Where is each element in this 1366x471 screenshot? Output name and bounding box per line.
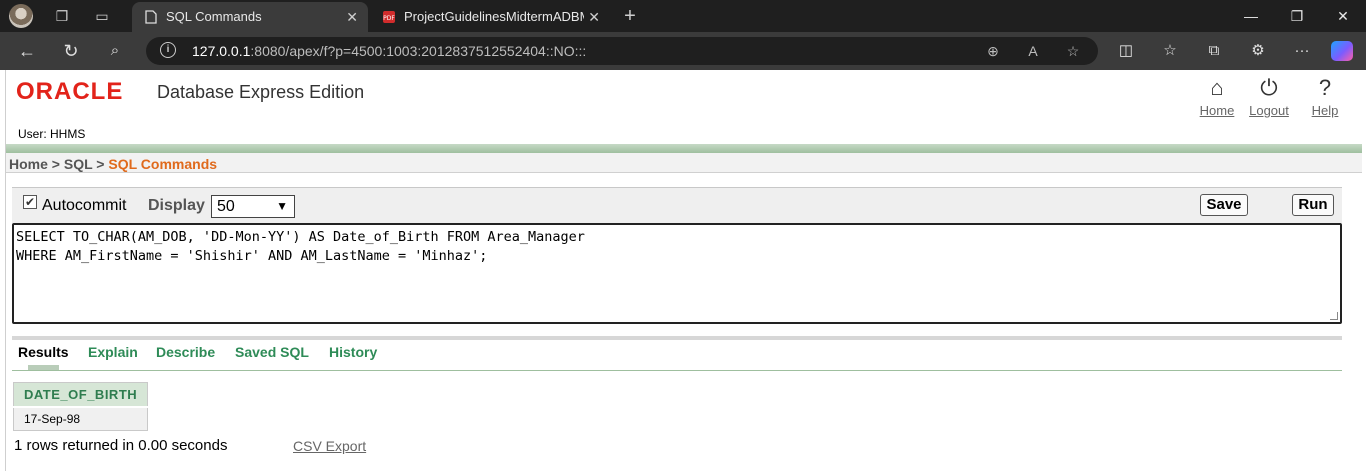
restore-icon[interactable]: ❐ — [1274, 0, 1320, 32]
results-table: DATE_OF_BIRTH 17-Sep-98 — [13, 382, 149, 431]
tab-describe[interactable]: Describe — [156, 344, 215, 360]
sql-line: WHERE AM_FirstName = 'Shishir' AND AM_La… — [16, 248, 488, 264]
favorites-icon[interactable]: ☆ — [1158, 40, 1182, 62]
sql-line: SELECT TO_CHAR(AM_DOB, 'DD-Mon-YY') AS D… — [16, 229, 585, 245]
read-aloud-icon[interactable]: A — [1022, 41, 1044, 61]
page-icon — [145, 10, 157, 24]
extensions-icon[interactable]: ⚙ — [1246, 40, 1270, 62]
more-icon[interactable]: ··· — [1290, 40, 1314, 62]
display-select[interactable]: 50 ▼ — [211, 195, 295, 218]
back-icon[interactable]: ← — [12, 38, 42, 64]
run-button[interactable]: Run — [1292, 194, 1334, 216]
tab-actions-icon[interactable]: ▭ — [88, 4, 116, 28]
help-link[interactable]: ? Help — [1300, 74, 1350, 120]
collections-icon[interactable]: ⧉ — [1202, 40, 1226, 62]
sql-editor[interactable]: SELECT TO_CHAR(AM_DOB, 'DD-Mon-YY') AS D… — [12, 223, 1342, 324]
oracle-logo: ORACLE — [16, 78, 124, 105]
breadcrumb-current: SQL Commands — [108, 156, 218, 172]
tab-title: ProjectGuidelinesMidtermADBMS — [404, 9, 584, 24]
close-window-icon[interactable]: ✕ — [1320, 0, 1366, 32]
url-field[interactable]: i 127.0.0.1:8080/apex/f?p=4500:1003:2012… — [146, 37, 1098, 65]
breadcrumb-home[interactable]: Home — [9, 156, 48, 172]
url-text: 127.0.0.1:8080/apex/f?p=4500:1003:201283… — [192, 43, 587, 59]
resize-handle[interactable] — [1330, 312, 1338, 320]
tab-results[interactable]: Results — [18, 344, 69, 370]
csv-export-link[interactable]: CSV Export — [293, 438, 366, 454]
autocommit-checkbox[interactable]: ✔ — [23, 195, 37, 209]
tab-sql-commands[interactable]: SQL Commands ✕ — [132, 2, 368, 32]
result-tabs: Results Explain Describe Saved SQL Histo… — [12, 336, 1342, 372]
table-row: 17-Sep-98 — [13, 407, 148, 431]
address-bar: ← ↻ ⌕ i 127.0.0.1:8080/apex/f?p=4500:100… — [0, 32, 1366, 70]
command-toolbar: ✔ Autocommit Display 50 ▼ Save Run — [12, 187, 1342, 223]
profile-avatar[interactable] — [9, 4, 33, 28]
svg-text:PDF: PDF — [383, 15, 395, 22]
tab-project-guidelines[interactable]: PDF ProjectGuidelinesMidtermADBMS ✕ — [370, 2, 610, 32]
close-tab-icon[interactable]: ✕ — [588, 2, 600, 32]
new-tab-icon[interactable]: + — [616, 4, 644, 28]
tab-history[interactable]: History — [329, 344, 377, 360]
pdf-icon: PDF — [383, 11, 395, 23]
home-link[interactable]: ⌂ Home — [1192, 74, 1242, 120]
product-name: Database Express Edition — [157, 82, 365, 102]
home-icon: ⌂ — [1210, 75, 1224, 100]
close-tab-icon[interactable]: ✕ — [346, 2, 358, 32]
breadcrumb-sql[interactable]: SQL — [64, 156, 93, 172]
logout-link[interactable]: ⏻ Logout — [1244, 74, 1294, 120]
copilot-icon[interactable] — [1331, 41, 1353, 61]
table-header-row: DATE_OF_BIRTH — [13, 382, 148, 408]
column-header: DATE_OF_BIRTH — [13, 382, 148, 408]
zoom-icon[interactable]: ⊕ — [982, 41, 1004, 61]
chevron-down-icon: ▼ — [276, 199, 288, 213]
breadcrumb: Home > SQL > SQL Commands — [9, 156, 218, 172]
workspaces-icon[interactable]: ❐ — [48, 4, 76, 28]
refresh-icon[interactable]: ↻ — [56, 38, 86, 64]
help-icon: ? — [1318, 75, 1332, 100]
display-label: Display — [148, 197, 205, 214]
page-content: ORACLE Database Express Edition User: HH… — [5, 70, 1362, 471]
tab-saved-sql[interactable]: Saved SQL — [235, 344, 309, 360]
table-cell: 17-Sep-98 — [13, 407, 148, 431]
tab-title: SQL Commands — [166, 9, 262, 24]
power-icon: ⏻ — [1260, 75, 1278, 100]
split-screen-icon[interactable]: ◫ — [1114, 40, 1138, 62]
site-info-icon[interactable]: i — [160, 42, 176, 58]
search-icon[interactable]: ⌕ — [100, 38, 130, 64]
user-label: User: HHMS — [18, 127, 86, 141]
tab-explain[interactable]: Explain — [88, 344, 138, 360]
minimize-icon[interactable]: — — [1228, 0, 1274, 32]
autocommit-label: Autocommit — [42, 197, 127, 214]
rows-returned-status: 1 rows returned in 0.00 seconds — [14, 437, 228, 454]
browser-tab-bar: ❐ ▭ SQL Commands ✕ PDF ProjectGuidelines… — [0, 0, 1366, 32]
save-button[interactable]: Save — [1200, 194, 1248, 216]
favorite-icon[interactable]: ☆ — [1062, 41, 1084, 61]
